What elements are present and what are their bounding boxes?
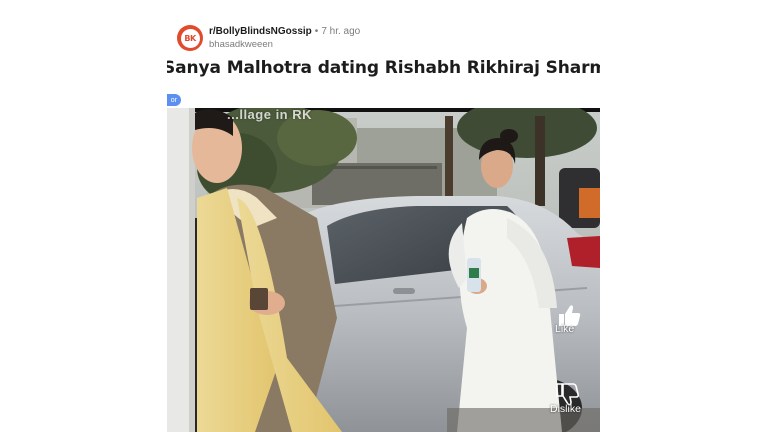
- video-frame: [167, 108, 600, 432]
- subreddit-avatar[interactable]: BK: [177, 25, 203, 51]
- meta-separator: •: [314, 25, 319, 37]
- like-button[interactable]: Like: [555, 322, 574, 335]
- post-meta: r/BollyBlindsNGossip • 7 hr. ago bhasadk…: [209, 26, 360, 51]
- subreddit-link[interactable]: r/BollyBlindsNGossip: [209, 26, 312, 38]
- subreddit-avatar-logo: BK: [180, 28, 200, 48]
- video-caption-overlay: ...llage in RK: [227, 108, 313, 122]
- post-card[interactable]: BK r/BollyBlindsNGossip • 7 hr. ago bhas…: [167, 0, 600, 432]
- author-link[interactable]: bhasadkweeen: [209, 39, 360, 51]
- post-header: BK r/BollyBlindsNGossip • 7 hr. ago bhas…: [177, 24, 360, 52]
- post-time: 7 hr. ago: [321, 25, 361, 37]
- post-video[interactable]: ...llage in RK Like Dislike: [167, 108, 600, 432]
- like-label: Like: [555, 323, 575, 335]
- post-flair[interactable]: or: [167, 94, 181, 106]
- dislike-label: Dislike: [550, 403, 581, 415]
- dislike-button[interactable]: Dislike: [550, 402, 581, 415]
- post-title[interactable]: Sanya Malhotra dating Rishabh Rikhiraj S…: [167, 58, 600, 78]
